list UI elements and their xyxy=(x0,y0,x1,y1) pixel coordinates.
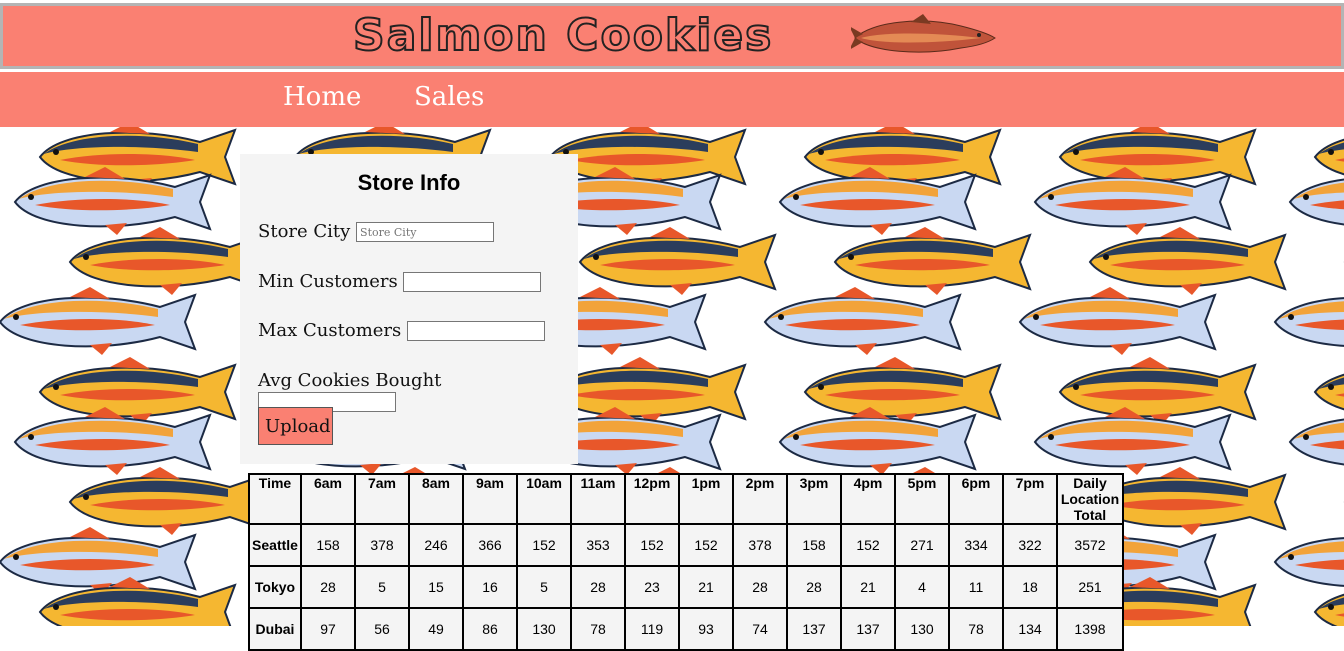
header-banner: Salmon Cookies xyxy=(0,3,1344,69)
table-cell: 78 xyxy=(948,607,1004,651)
table-cell: 28 xyxy=(300,565,356,609)
table-cell: 74 xyxy=(732,607,788,651)
table-row: Dubai 97 56 49 86 130 78 119 93 74 137 137 130 78 134 1… xyxy=(248,607,1124,651)
nav-sales-link[interactable]: Sales xyxy=(414,82,484,112)
fish-decoration xyxy=(763,287,962,355)
min-customers-row: Min Customers xyxy=(258,271,542,292)
sales-table-container: Time 6am 7am 8am 9am 10am 11am 12pm 1pm 2pm 3pm 4pm… xyxy=(248,473,1124,651)
column-header: Daily Location Total xyxy=(1056,473,1124,525)
table-cell: 15 xyxy=(408,565,464,609)
table-cell: 378 xyxy=(354,523,410,567)
table-cell: 366 xyxy=(462,523,518,567)
store-city-row: Store City xyxy=(258,221,495,242)
table-cell: 5 xyxy=(516,565,572,609)
max-customers-input[interactable] xyxy=(407,321,546,341)
table-cell: 3572 xyxy=(1056,523,1124,567)
table-cell: 21 xyxy=(840,565,896,609)
table-cell: 16 xyxy=(462,565,518,609)
table-cell: 28 xyxy=(732,565,788,609)
table-cell: 137 xyxy=(786,607,842,651)
fish-decoration xyxy=(1018,287,1217,355)
table-cell: 158 xyxy=(300,523,356,567)
table-cell: 4 xyxy=(894,565,950,609)
column-header: 12pm xyxy=(624,473,680,525)
column-header: Time xyxy=(248,473,302,525)
table-cell: 93 xyxy=(678,607,734,651)
table-cell: 130 xyxy=(894,607,950,651)
table-cell: 18 xyxy=(1002,565,1058,609)
site-header: Salmon Cookies xyxy=(0,0,1344,72)
column-header: 2pm xyxy=(732,473,788,525)
min-customers-label: Min Customers xyxy=(258,271,398,292)
table-cell: 21 xyxy=(678,565,734,609)
column-header: 8am xyxy=(408,473,464,525)
table-cell: 152 xyxy=(516,523,572,567)
table-cell: 119 xyxy=(624,607,680,651)
table-cell: 152 xyxy=(840,523,896,567)
store-info-form: Store Info Store City Min Customers Max … xyxy=(240,154,578,464)
table-cell: 130 xyxy=(516,607,572,651)
store-city-input[interactable] xyxy=(356,222,495,242)
column-header: 6pm xyxy=(948,473,1004,525)
table-cell: 251 xyxy=(1056,565,1124,609)
table-cell: 28 xyxy=(570,565,626,609)
column-header: 7am xyxy=(354,473,410,525)
salmon-logo-icon xyxy=(851,14,996,53)
column-header: 3pm xyxy=(786,473,842,525)
table-cell: 5 xyxy=(354,565,410,609)
logo-text: Salmon Cookies xyxy=(352,9,774,62)
column-header: 7pm xyxy=(1002,473,1058,525)
table-cell: 56 xyxy=(354,607,410,651)
upload-button[interactable]: Upload xyxy=(258,407,333,445)
table-cell: 86 xyxy=(462,607,518,651)
table-cell: 28 xyxy=(786,565,842,609)
table-row: Tokyo 28 5 15 16 5 28 23 21 28 28 21 4 11 18 251 xyxy=(248,565,1124,609)
column-header: 9am xyxy=(462,473,518,525)
table-cell: 246 xyxy=(408,523,464,567)
sales-table: Time 6am 7am 8am 9am 10am 11am 12pm 1pm 2pm 3pm 4pm… xyxy=(248,473,1124,651)
avg-cookies-label: Avg Cookies Bought xyxy=(258,370,442,391)
column-header: 10am xyxy=(516,473,572,525)
avg-cookies-row: Avg Cookies Bought xyxy=(258,370,578,412)
main-nav: Home Sales xyxy=(0,72,1344,127)
table-cell: 11 xyxy=(948,565,1004,609)
table-cell: 49 xyxy=(408,607,464,651)
table-cell: 23 xyxy=(624,565,680,609)
max-customers-row: Max Customers xyxy=(258,320,546,341)
table-cell: 152 xyxy=(624,523,680,567)
table-cell: 353 xyxy=(570,523,626,567)
table-cell: 134 xyxy=(1002,607,1058,651)
column-header: 4pm xyxy=(840,473,896,525)
fish-decoration xyxy=(0,287,197,355)
column-header: 6am xyxy=(300,473,356,525)
nav-home-link[interactable]: Home xyxy=(283,82,361,112)
fish-decoration xyxy=(1273,297,1344,347)
table-cell: 137 xyxy=(840,607,896,651)
min-customers-input[interactable] xyxy=(403,272,542,292)
table-cell: 97 xyxy=(300,607,356,651)
fish-decoration xyxy=(38,577,237,626)
column-header: 11am xyxy=(570,473,626,525)
table-cell: 334 xyxy=(948,523,1004,567)
location-cell: Dubai xyxy=(248,607,302,651)
table-header-row: Time 6am 7am 8am 9am 10am 11am 12pm 1pm 2pm 3pm 4pm… xyxy=(248,473,1124,525)
form-title: Store Info xyxy=(357,170,461,195)
location-cell: Seattle xyxy=(248,523,302,567)
location-cell: Tokyo xyxy=(248,565,302,609)
table-row: Seattle 158 378 246 366 152 353 152 152 378 158 152… xyxy=(248,523,1124,567)
table-cell: 322 xyxy=(1002,523,1058,567)
table-cell: 271 xyxy=(894,523,950,567)
table-cell: 1398 xyxy=(1056,607,1124,651)
table-cell: 158 xyxy=(786,523,842,567)
column-header: 5pm xyxy=(894,473,950,525)
table-cell: 78 xyxy=(570,607,626,651)
store-city-label: Store City xyxy=(258,221,351,242)
fish-decoration xyxy=(1313,593,1344,626)
table-cell: 378 xyxy=(732,523,788,567)
max-customers-label: Max Customers xyxy=(258,320,402,341)
table-cell: 152 xyxy=(678,523,734,567)
column-header: 1pm xyxy=(678,473,734,525)
